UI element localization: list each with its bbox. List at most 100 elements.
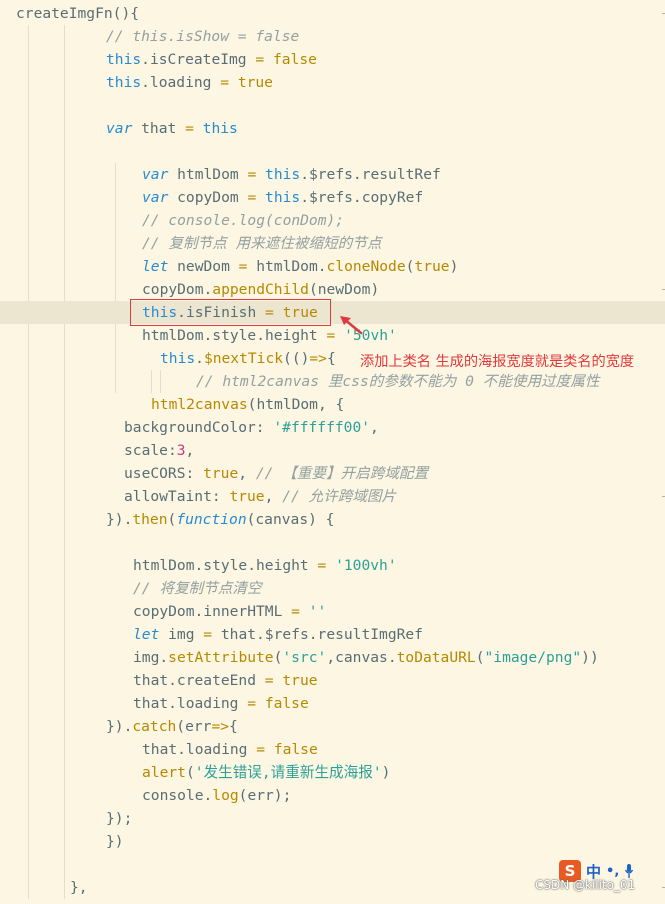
- code-line[interactable]: that.loading = false: [0, 738, 318, 761]
- code-line[interactable]: useCORS: true, // 【重要】开启跨域配置: [0, 462, 428, 485]
- code-line[interactable]: // console.log(conDom);: [0, 209, 344, 232]
- code-line[interactable]: [0, 853, 106, 876]
- code-line[interactable]: }): [0, 830, 124, 853]
- code-token: {: [326, 350, 336, 367]
- code-token: ): [381, 764, 391, 781]
- code-token: var: [142, 166, 169, 183]
- code-line[interactable]: this.$nextTick(()=>{: [0, 347, 336, 370]
- code-line[interactable]: copyDom.appendChild(newDom): [0, 278, 379, 301]
- code-token: .isCreateImg: [141, 51, 256, 68]
- annotation-text: 添加上类名 生成的海报宽度就是类名的宽度: [360, 354, 635, 370]
- code-token: this: [265, 189, 301, 206]
- code-token: =: [247, 695, 257, 712]
- code-token: // this.isShow = false: [106, 28, 300, 45]
- code-line[interactable]: this.isCreateImg = false: [0, 48, 317, 71]
- code-token: this: [106, 51, 142, 68]
- code-line[interactable]: allowTaint: true, // 允许跨域图片: [0, 485, 396, 508]
- code-token: createImgFn: [16, 5, 113, 22]
- code-token: that.createEnd: [133, 672, 265, 689]
- code-token: true: [414, 258, 450, 275]
- code-token: ): [449, 258, 459, 275]
- code-token: =: [291, 603, 300, 620]
- code-token: ,: [185, 442, 195, 459]
- code-token: =>: [309, 350, 327, 367]
- code-line[interactable]: [0, 94, 106, 117]
- code-token: =: [317, 557, 327, 574]
- code-line[interactable]: let img = that.$refs.resultImgRef: [0, 623, 423, 646]
- code-token: :: [167, 442, 177, 459]
- code-line[interactable]: alert('发生错误,请重新生成海报'): [0, 761, 390, 784]
- code-token: .$refs.copyRef: [300, 189, 424, 206]
- code-token: this: [106, 74, 142, 91]
- code-token: (htmlDom, {: [247, 396, 345, 413]
- code-line[interactable]: var copyDom = this.$refs.copyRef: [0, 186, 423, 209]
- code-line[interactable]: }).then(function(canvas) {: [0, 508, 334, 531]
- code-line[interactable]: // 复制节点 用来遮住被缩短的节点: [0, 232, 381, 255]
- code-token: =: [247, 166, 257, 183]
- code-token: false: [264, 695, 309, 712]
- code-line[interactable]: scale:3,: [0, 439, 194, 462]
- code-token: ,: [264, 488, 283, 505]
- code-token: ,: [238, 465, 256, 482]
- code-token: {: [229, 718, 238, 735]
- code-token: '': [308, 603, 327, 620]
- code-line[interactable]: [0, 140, 106, 163]
- code-token: // 允许跨域图片: [282, 488, 397, 505]
- code-line[interactable]: }).catch(err=>{: [0, 715, 238, 738]
- code-line[interactable]: let newDom = htmlDom.cloneNode(true): [0, 255, 458, 278]
- code-line[interactable]: createImgFn(){: [0, 2, 139, 25]
- ime-punctuation-toggle[interactable]: •,: [606, 864, 619, 879]
- code-token: htmlDom.style.height: [142, 327, 327, 344]
- code-line[interactable]: // 将复制节点清空: [0, 577, 262, 600]
- code-editor[interactable]: createImgFn(){ // this.isShow = false this…: [0, 0, 665, 904]
- code-token: var: [106, 120, 133, 137]
- code-line[interactable]: copyDom.innerHTML = '': [0, 600, 326, 623]
- code-token: setAttribute: [168, 649, 274, 666]
- code-token: useCORS: [124, 465, 186, 482]
- code-line[interactable]: // this.isShow = false: [0, 25, 299, 48]
- code-token: cloneNode: [326, 258, 406, 275]
- code-token: )): [581, 649, 599, 666]
- code-token: ,: [370, 419, 379, 436]
- code-token: function: [176, 511, 247, 528]
- code-line[interactable]: });: [0, 807, 132, 830]
- code-line[interactable]: that.createEnd = true: [0, 669, 318, 692]
- code-line[interactable]: },: [0, 876, 88, 899]
- code-line[interactable]: backgroundColor: '#ffffff00',: [0, 416, 379, 439]
- code-token: (){: [112, 5, 140, 22]
- code-line[interactable]: // html2canvas 里css的参数不能为 0 不能使用过度属性: [0, 370, 599, 393]
- code-line[interactable]: html2canvas(htmlDom, {: [0, 393, 344, 416]
- highlight-box: [130, 299, 331, 326]
- code-token: // 【重要】开启跨域配置: [255, 465, 429, 482]
- code-token: '100vh': [335, 557, 397, 574]
- code-token: // console.log(conDom);: [142, 212, 345, 229]
- code-token: console.: [142, 787, 213, 804]
- code-token: });: [106, 810, 133, 827]
- code-token: :: [211, 488, 230, 505]
- code-token: false: [273, 741, 318, 758]
- code-line[interactable]: var that = this: [0, 117, 238, 140]
- code-token: copyDom.: [142, 281, 213, 298]
- code-line[interactable]: console.log(err);: [0, 784, 291, 807]
- code-token: },: [70, 879, 88, 896]
- code-line[interactable]: that.loading = false: [0, 692, 309, 715]
- code-token: var: [142, 189, 169, 206]
- code-token: this: [265, 166, 301, 183]
- code-token: (err: [176, 718, 212, 735]
- code-token: .$refs.resultRef: [300, 166, 441, 183]
- code-token: ((): [283, 350, 310, 367]
- code-token: htmlDom.: [247, 258, 327, 275]
- code-token: let: [133, 626, 160, 643]
- code-line[interactable]: this.loading = true: [0, 71, 273, 94]
- code-line[interactable]: [0, 531, 106, 554]
- code-line[interactable]: var htmlDom = this.$refs.resultRef: [0, 163, 441, 186]
- microphone-icon[interactable]: [624, 863, 634, 879]
- code-line[interactable]: img.setAttribute('src',canvas.toDataURL(…: [0, 646, 599, 669]
- code-token: =: [247, 189, 257, 206]
- code-token: appendChild: [212, 281, 309, 298]
- code-line[interactable]: htmlDom.style.height = '100vh': [0, 554, 397, 577]
- code-token: }).: [106, 718, 133, 735]
